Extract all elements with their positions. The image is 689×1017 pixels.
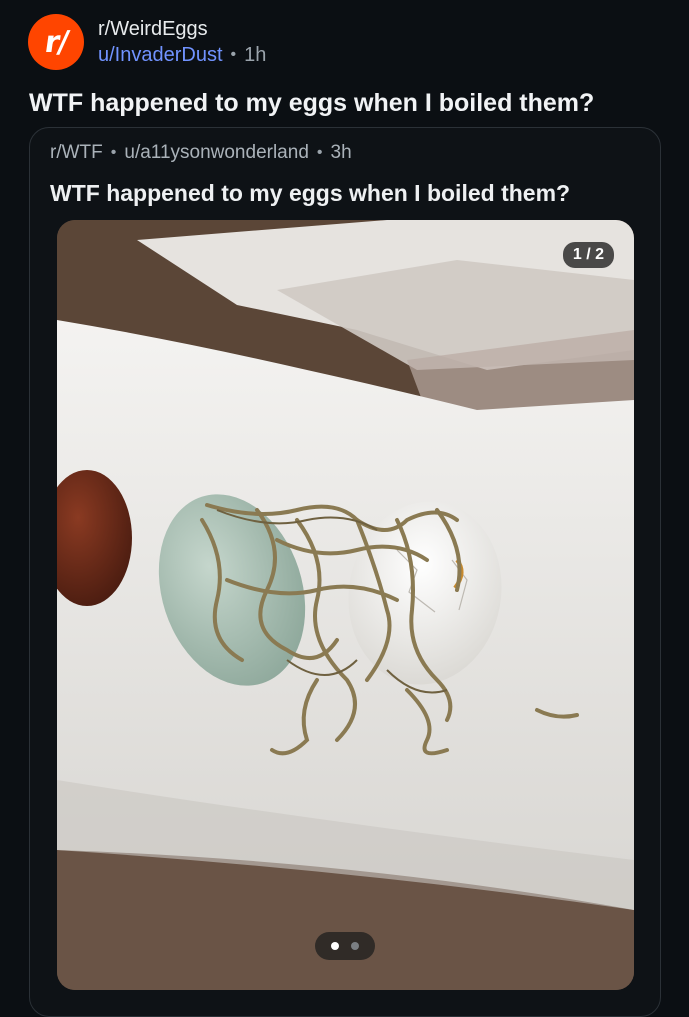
- crosspost-card[interactable]: r/WTF • u/a11ysonwonderland • 3h WTF hap…: [29, 127, 661, 1017]
- meta-separator: •: [230, 46, 237, 63]
- subreddit-link[interactable]: r/WeirdEggs: [98, 16, 266, 42]
- post-header: r/ r/WeirdEggs u/InvaderDust • 1h: [28, 14, 266, 70]
- eggs-photo: [57, 220, 634, 990]
- gallery-dot-2[interactable]: [351, 942, 359, 950]
- author-link[interactable]: u/InvaderDust: [98, 42, 223, 68]
- crosspost-author-link[interactable]: u/a11ysonwonderland: [124, 142, 309, 164]
- gallery-dot-1[interactable]: [331, 942, 339, 950]
- gallery-image[interactable]: 1 / 2: [57, 220, 634, 990]
- crosspost-title[interactable]: WTF happened to my eggs when I boiled th…: [50, 180, 650, 207]
- crosspost-separator-2: •: [316, 144, 323, 161]
- crosspost-subreddit-link[interactable]: r/WTF: [50, 142, 103, 164]
- subreddit-avatar-icon[interactable]: r/: [28, 14, 84, 70]
- gallery-pagination[interactable]: [315, 932, 375, 960]
- post-title[interactable]: WTF happened to my eggs when I boiled th…: [29, 86, 669, 120]
- crosspost-meta: r/WTF • u/a11ysonwonderland • 3h: [50, 142, 352, 164]
- post-age: 1h: [244, 44, 267, 66]
- crosspost-age: 3h: [330, 142, 352, 163]
- crosspost-separator-1: •: [110, 144, 117, 161]
- gallery-counter: 1 / 2: [562, 242, 614, 268]
- author-line: u/InvaderDust • 1h: [98, 42, 266, 68]
- post-meta: r/WeirdEggs u/InvaderDust • 1h: [98, 16, 266, 68]
